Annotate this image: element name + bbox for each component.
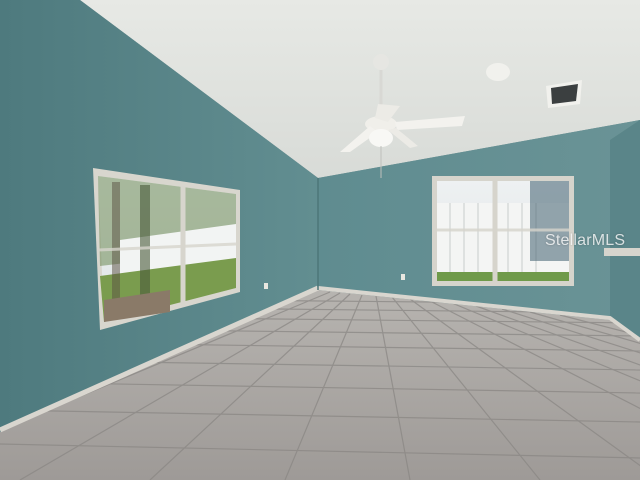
watermark-text: StellarMLS: [545, 232, 626, 249]
smoke-detector: [486, 63, 510, 81]
wall-outlet: [264, 283, 268, 289]
right-window: [432, 176, 574, 286]
room-photo: StellarMLS: [0, 0, 640, 480]
room-illustration: [0, 0, 640, 480]
wall-outlet: [401, 274, 405, 280]
